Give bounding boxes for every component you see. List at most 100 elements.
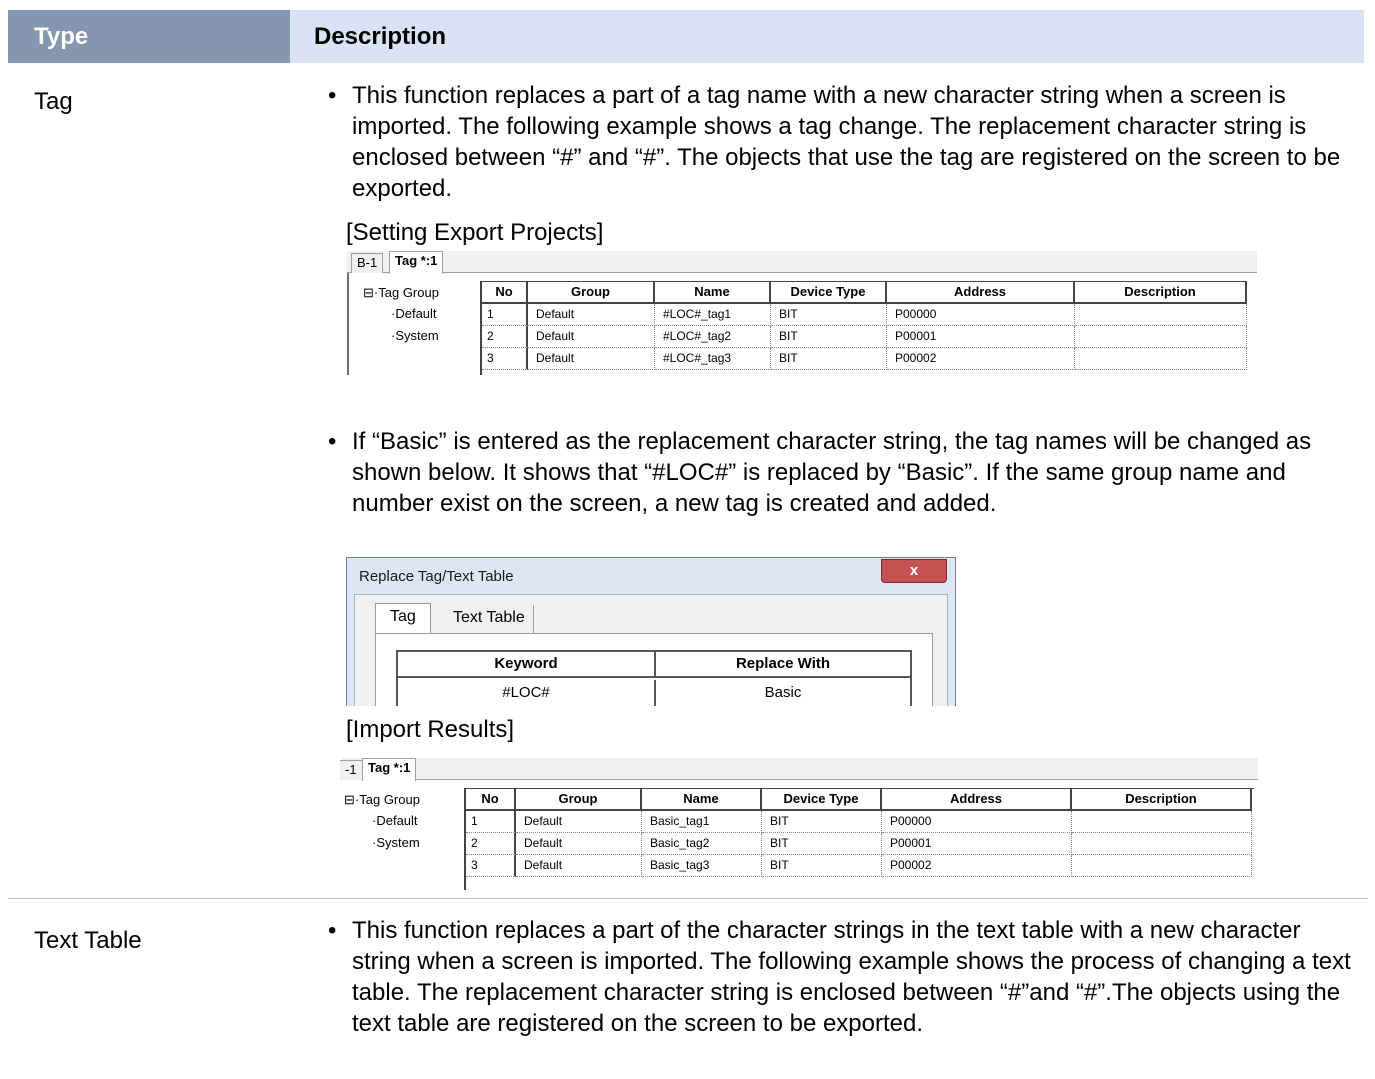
export-tree-default[interactable]: ·Default: [391, 306, 437, 321]
import-tree-root-label: Tag Group: [359, 792, 420, 807]
table-cell[interactable]: P00002: [882, 855, 1072, 877]
replace-dialog-panel: Keyword Replace With #LOC# Basic: [375, 633, 933, 706]
import-col-group[interactable]: Group: [516, 789, 642, 811]
table-cell[interactable]: P00000: [887, 304, 1075, 326]
col-keyword[interactable]: Keyword: [398, 652, 656, 678]
keyword-cell[interactable]: #LOC#: [398, 680, 656, 706]
table-cell[interactable]: Basic_tag2: [642, 833, 762, 855]
replace-dialog: Replace Tag/Text Table x Tag Text Table …: [346, 557, 956, 706]
table-cell[interactable]: Basic_tag3: [642, 855, 762, 877]
caption-setting-export: [Setting Export Projects]: [346, 219, 604, 246]
table-cell[interactable]: #LOC#_tag1: [655, 304, 771, 326]
import-col-description[interactable]: Description: [1072, 789, 1252, 811]
import-tree-root[interactable]: ⊟·Tag Group: [344, 792, 420, 808]
table-cell[interactable]: Default: [516, 811, 642, 833]
export-tree-system[interactable]: ·System: [391, 328, 439, 343]
header-type-label: Type: [34, 22, 89, 50]
close-button[interactable]: x: [881, 559, 947, 583]
import-tree-default[interactable]: ·Default: [372, 813, 418, 828]
export-col-description[interactable]: Description: [1075, 282, 1247, 304]
tag-bullet-1-text: This function replaces a part of a tag n…: [352, 82, 1341, 202]
import-tree-default-label: Default: [376, 813, 418, 828]
export-tab-tag[interactable]: Tag *:1: [389, 251, 444, 274]
text-table-bullet-1: • This function replaces a part of the c…: [328, 915, 1362, 1039]
table-cell[interactable]: Basic_tag1: [642, 811, 762, 833]
caption-import-results: [Import Results]: [346, 716, 515, 743]
export-tree-root-label: Tag Group: [378, 285, 439, 300]
tag-bullet-2: • If “Basic” is entered as the replaceme…: [328, 426, 1352, 519]
export-col-address[interactable]: Address: [887, 282, 1075, 304]
import-tree-system-label: System: [376, 835, 420, 850]
import-tag-grid: No Group Name Device Type Address Descri…: [464, 788, 1254, 890]
table-cell[interactable]: BIT: [771, 326, 887, 348]
import-col-address[interactable]: Address: [882, 789, 1072, 811]
table-cell[interactable]: BIT: [771, 348, 887, 370]
close-icon: x: [909, 562, 919, 579]
table-cell[interactable]: Default: [516, 833, 642, 855]
table-cell[interactable]: #LOC#_tag3: [655, 348, 771, 370]
replace-table: Keyword Replace With #LOC# Basic: [396, 650, 912, 706]
table-cell[interactable]: 3: [482, 348, 528, 370]
table-cell[interactable]: BIT: [762, 855, 882, 877]
table-cell[interactable]: #LOC#_tag2: [655, 326, 771, 348]
import-tab-b1[interactable]: -1: [340, 760, 363, 780]
table-cell[interactable]: [1072, 855, 1252, 877]
table-cell[interactable]: [1075, 326, 1247, 348]
export-col-name[interactable]: Name: [655, 282, 771, 304]
row-divider: [8, 898, 1368, 899]
import-col-device-type[interactable]: Device Type: [762, 789, 882, 811]
table-cell[interactable]: P00002: [887, 348, 1075, 370]
export-tree-system-label: System: [395, 328, 439, 343]
table-cell[interactable]: Default: [516, 855, 642, 877]
import-tab-bar: -1 Tag *:1: [340, 758, 1258, 781]
export-tree-default-label: Default: [395, 306, 437, 321]
export-tree-root[interactable]: ⊟·Tag Group: [363, 285, 439, 301]
import-col-name[interactable]: Name: [642, 789, 762, 811]
table-cell[interactable]: 2: [482, 326, 528, 348]
collapse-icon[interactable]: ⊟: [363, 285, 374, 300]
table-cell[interactable]: [1075, 348, 1247, 370]
export-col-device-type[interactable]: Device Type: [771, 282, 887, 304]
import-col-no[interactable]: No: [466, 789, 516, 811]
table-cell[interactable]: 1: [482, 304, 528, 326]
header-description-label: Description: [314, 22, 447, 50]
replace-dialog-body: Tag Text Table Keyword Replace With #LOC…: [354, 594, 948, 706]
export-tab-bar: B-1 Tag *:1: [347, 251, 1257, 274]
table-cell[interactable]: BIT: [762, 833, 882, 855]
table-cell[interactable]: BIT: [762, 811, 882, 833]
header-description: Description: [290, 10, 1364, 63]
table-cell[interactable]: P00001: [882, 833, 1072, 855]
export-tag-grid: No Group Name Device Type Address Descri…: [480, 281, 1247, 375]
export-col-no[interactable]: No: [482, 282, 528, 304]
table-cell[interactable]: [1075, 304, 1247, 326]
import-tree-system[interactable]: ·System: [372, 835, 420, 850]
table-cell[interactable]: Default: [528, 326, 655, 348]
tab-text-table[interactable]: Text Table: [445, 605, 534, 633]
table-cell[interactable]: 2: [466, 833, 516, 855]
export-tag-tree: ⊟·Tag Group ·Default ·System: [347, 273, 475, 375]
table-cell[interactable]: 3: [466, 855, 516, 877]
export-tag-editor: B-1 Tag *:1 ⊟·Tag Group ·Default ·System…: [347, 251, 1257, 375]
import-tab-tag[interactable]: Tag *:1: [362, 758, 417, 781]
import-tag-editor: -1 Tag *:1 ⊟·Tag Group ·Default ·System …: [340, 758, 1258, 890]
table-cell[interactable]: Default: [528, 304, 655, 326]
header-type: Type: [8, 10, 290, 63]
table-cell[interactable]: [1072, 833, 1252, 855]
table-cell[interactable]: Default: [528, 348, 655, 370]
export-col-group[interactable]: Group: [528, 282, 655, 304]
table-cell[interactable]: 1: [466, 811, 516, 833]
table-cell[interactable]: P00001: [887, 326, 1075, 348]
bullet-dot: •: [328, 82, 337, 109]
collapse-icon[interactable]: ⊟: [344, 792, 355, 807]
type-text-table: Text Table: [34, 927, 142, 954]
replace-with-cell[interactable]: Basic: [656, 680, 910, 706]
bullet-dot: •: [328, 917, 337, 944]
table-cell[interactable]: BIT: [771, 304, 887, 326]
tab-tag[interactable]: Tag: [375, 603, 431, 633]
import-tag-tree: ⊟·Tag Group ·Default ·System: [342, 780, 460, 890]
col-replace-with[interactable]: Replace With: [656, 652, 910, 678]
export-tab-b1[interactable]: B-1: [351, 253, 384, 273]
bullet-dot: •: [328, 428, 337, 455]
table-cell[interactable]: P00000: [882, 811, 1072, 833]
table-cell[interactable]: [1072, 811, 1252, 833]
